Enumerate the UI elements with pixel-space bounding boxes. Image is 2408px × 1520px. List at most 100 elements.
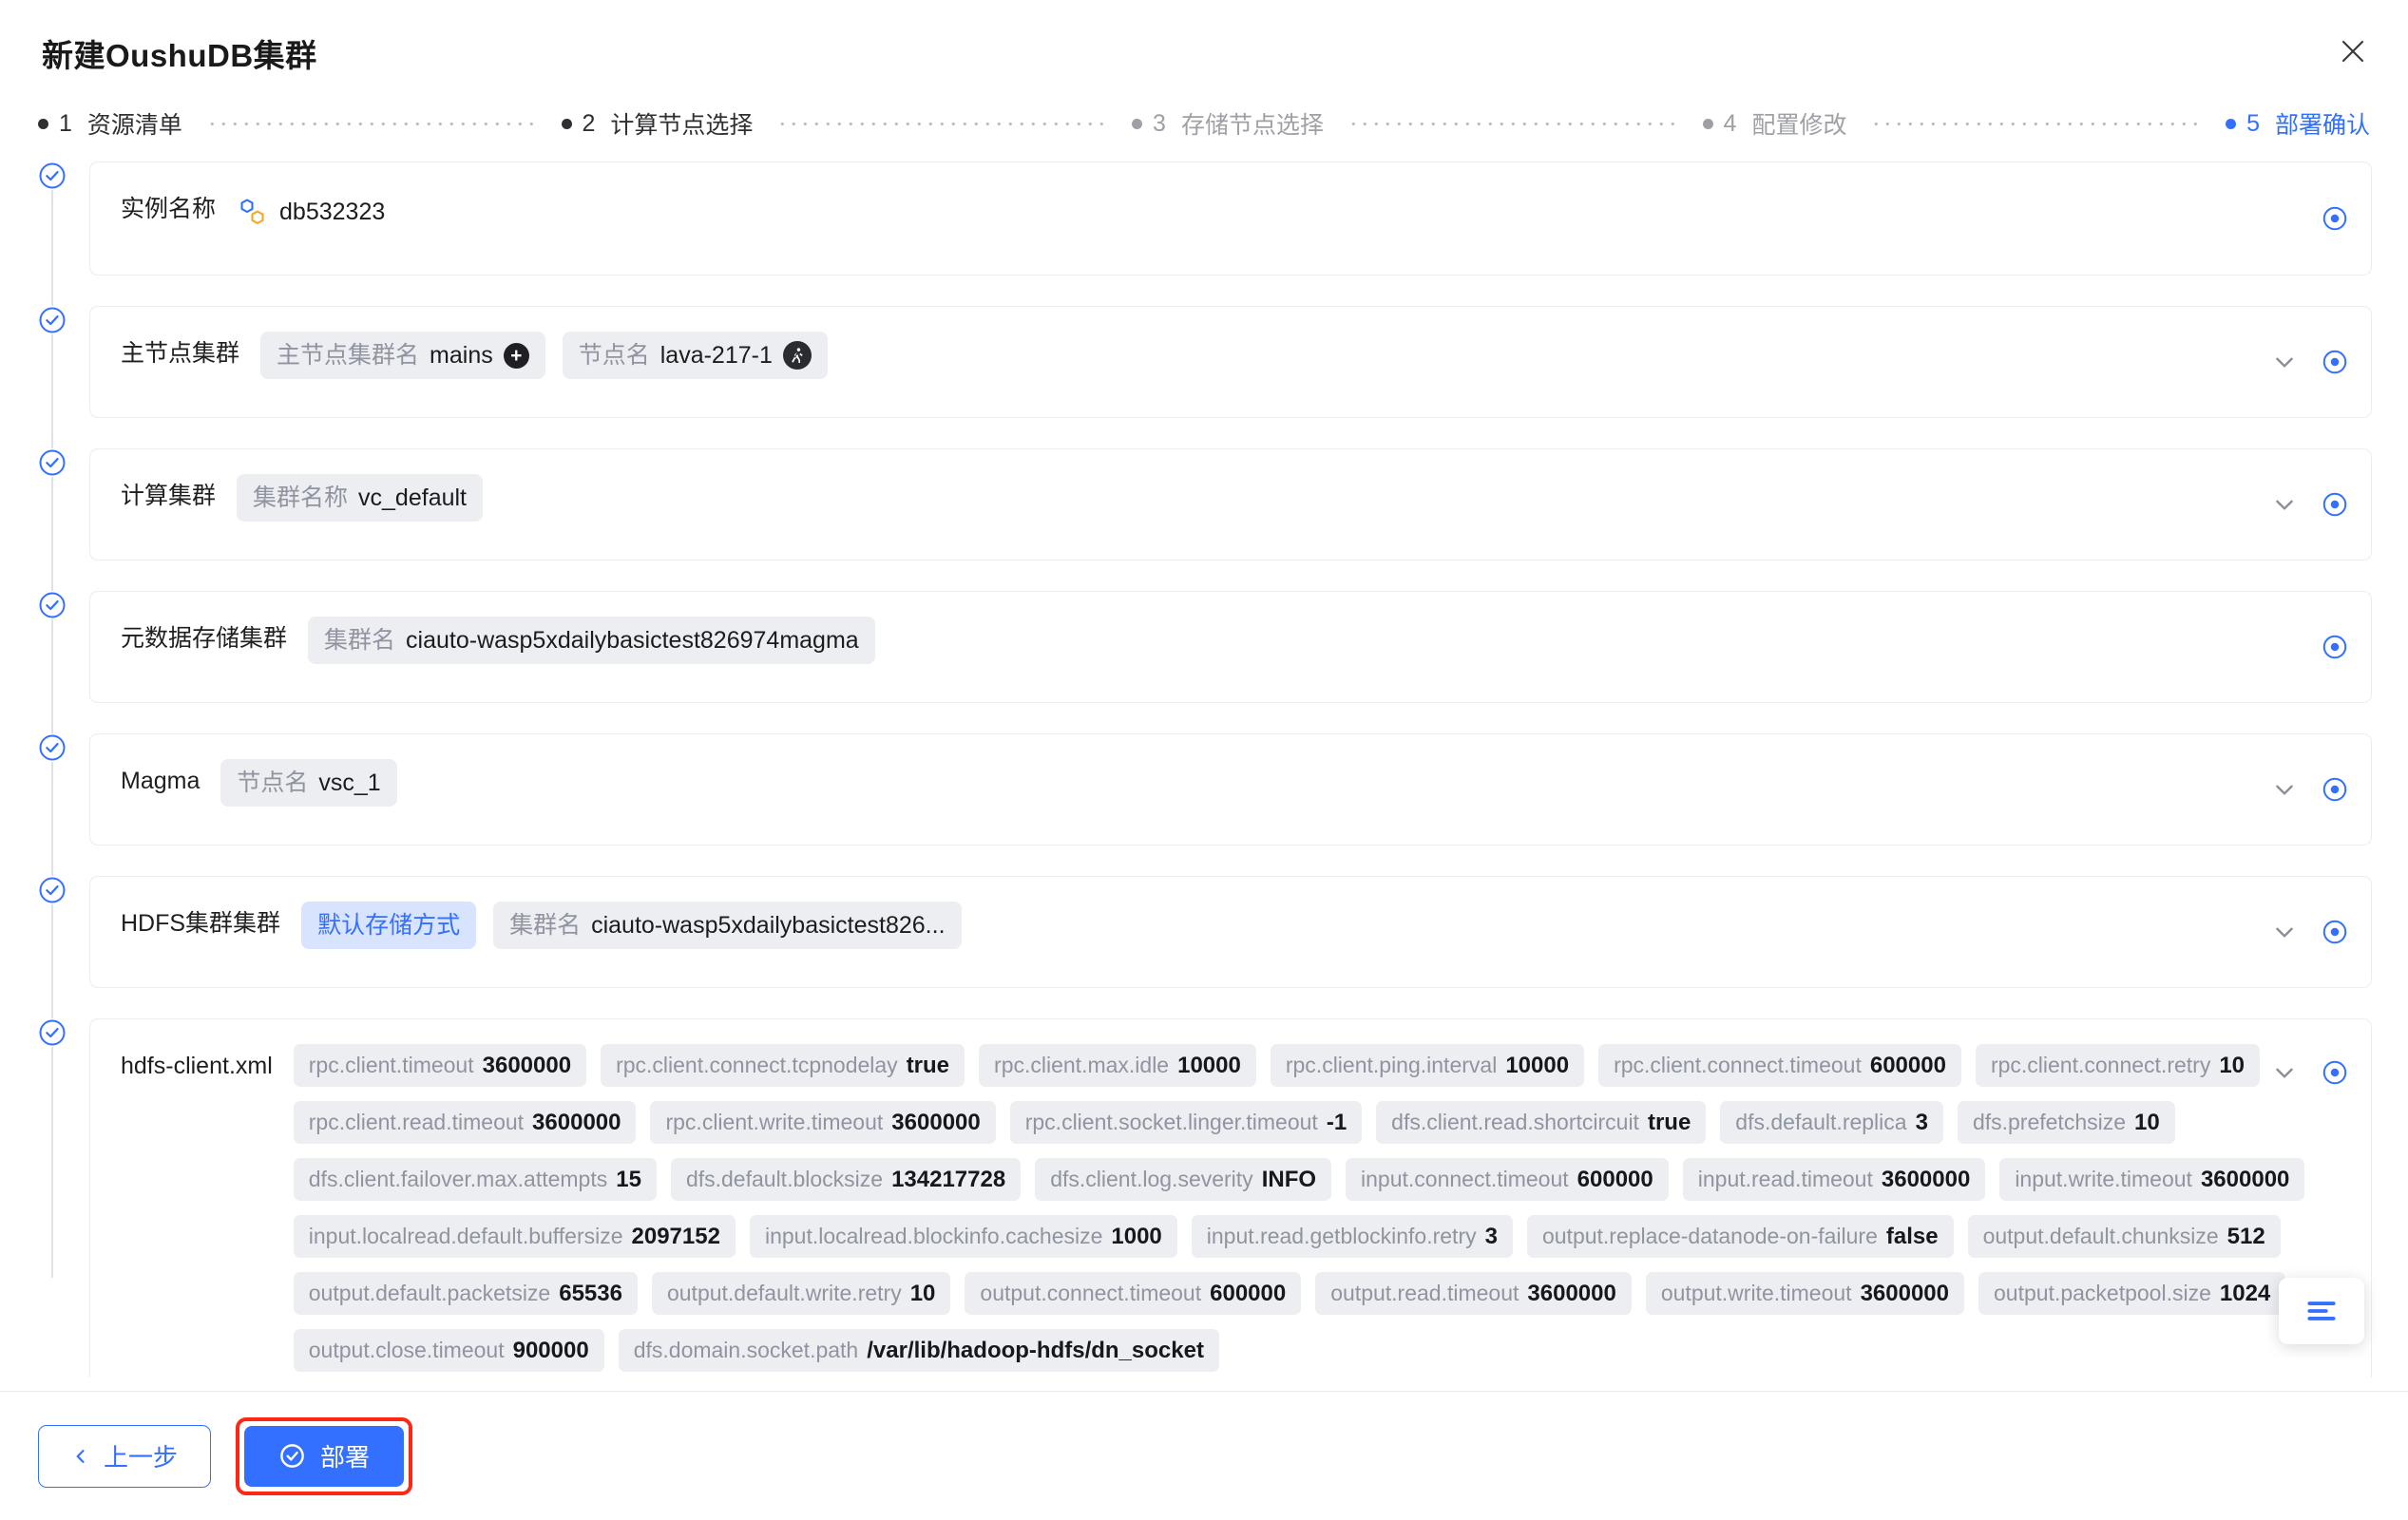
- config-tag[interactable]: rpc.client.write.timeout 3600000: [650, 1101, 996, 1144]
- config-tag[interactable]: output.replace-datanode-on-failure false: [1526, 1215, 1954, 1258]
- config-tag[interactable]: output.write.timeout 3600000: [1645, 1272, 1964, 1315]
- config-tag[interactable]: rpc.client.connect.retry 10: [1975, 1044, 2261, 1087]
- config-tag[interactable]: input.localread.default.buffersize 209715…: [293, 1215, 736, 1258]
- step-dot-3: [1132, 118, 1143, 129]
- hdfs-cluster-name-value: ciauto-wasp5xdailybasictest826...: [591, 912, 946, 939]
- config-tag[interactable]: output.default.packetsize 65536: [293, 1272, 638, 1315]
- magma-node-name-pill[interactable]: 节点名 vsc_1: [220, 759, 397, 807]
- metadata-cluster-name-pill[interactable]: 集群名 ciauto-wasp5xdailybasictest826974mag…: [308, 617, 875, 664]
- step-3[interactable]: 3 存储节点选择: [1132, 106, 1324, 141]
- config-tag-key: input.read.getblockinfo.retry: [1206, 1224, 1477, 1248]
- step-connector-1: [206, 122, 537, 125]
- locate-target-icon[interactable]: [2320, 1057, 2350, 1088]
- config-tag-value: 1024: [2219, 1281, 2271, 1306]
- config-tag[interactable]: input.read.timeout 3600000: [1682, 1158, 1986, 1201]
- config-tag-key: rpc.client.max.idle: [994, 1053, 1170, 1077]
- config-tag-value: 10000: [1177, 1053, 1241, 1078]
- locate-target-icon[interactable]: [2320, 489, 2350, 520]
- chevron-down-icon[interactable]: [2270, 490, 2299, 519]
- config-tag-key: output.read.timeout: [1330, 1281, 1519, 1305]
- config-tag[interactable]: rpc.client.read.timeout 3600000: [293, 1101, 637, 1144]
- step-label-1: 资源清单: [86, 112, 182, 139]
- config-tag-key: output.default.packetsize: [308, 1281, 551, 1305]
- page-title: 新建OushuDB集群: [42, 38, 317, 73]
- hdfs-default-storage-badge-label: 默认存储方式: [317, 912, 461, 939]
- config-tag[interactable]: input.read.getblockinfo.retry 3: [1191, 1215, 1513, 1258]
- check-circle-icon: [38, 162, 67, 190]
- config-tag-key: dfs.client.log.severity: [1050, 1167, 1253, 1191]
- config-tag-key: rpc.client.connect.timeout: [1614, 1053, 1862, 1077]
- hdfs-cluster-name-pill[interactable]: 集群名 ciauto-wasp5xdailybasictest826...: [493, 902, 962, 949]
- config-tag[interactable]: dfs.client.failover.max.attempts 15: [293, 1158, 657, 1201]
- config-tag-key: rpc.client.timeout: [308, 1053, 474, 1077]
- config-tag[interactable]: rpc.client.timeout 3600000: [293, 1044, 587, 1087]
- step-number-2: 2: [582, 109, 596, 137]
- chevron-down-icon[interactable]: [2270, 775, 2299, 804]
- config-tag[interactable]: rpc.client.connect.tcpnodelay true: [601, 1044, 965, 1087]
- config-tag-key: rpc.client.connect.retry: [1990, 1053, 2211, 1077]
- config-tag-value: 3600000: [1881, 1167, 1971, 1192]
- config-tag[interactable]: rpc.client.ping.interval 10000: [1270, 1044, 1585, 1087]
- row-instance-name: 实例名称 db532323: [0, 162, 2408, 276]
- wizard-footer: 上一步 部署: [0, 1391, 2408, 1520]
- plus-circle-icon[interactable]: +: [503, 342, 529, 369]
- config-tag-value: 3600000: [1860, 1281, 1949, 1306]
- check-circle-icon: [278, 1442, 306, 1470]
- config-tag-value: 3600000: [1527, 1281, 1616, 1306]
- close-icon[interactable]: [2334, 32, 2372, 70]
- locate-target-icon[interactable]: [2320, 917, 2350, 947]
- config-tag-value: 600000: [1869, 1053, 1946, 1078]
- instance-name-label: 实例名称: [121, 196, 217, 222]
- deploy-button[interactable]: 部署: [244, 1425, 405, 1487]
- step-1[interactable]: 1 资源清单: [38, 106, 182, 141]
- config-tag[interactable]: input.connect.timeout 600000: [1346, 1158, 1669, 1201]
- step-label-2: 计算节点选择: [610, 112, 754, 139]
- config-tag[interactable]: rpc.client.max.idle 10000: [979, 1044, 1256, 1087]
- config-tag[interactable]: input.localread.blockinfo.cachesize 1000: [749, 1215, 1177, 1258]
- menu-list-icon[interactable]: [2279, 1278, 2364, 1344]
- config-tag-key: output.replace-datanode-on-failure: [1541, 1224, 1878, 1248]
- config-tag-value: 10000: [1505, 1053, 1570, 1078]
- config-tag-value: 10: [2219, 1053, 2246, 1078]
- config-tag[interactable]: rpc.client.connect.timeout 600000: [1598, 1044, 1961, 1087]
- config-tag[interactable]: output.close.timeout 900000: [293, 1329, 604, 1372]
- step-2[interactable]: 2 计算节点选择: [561, 106, 754, 141]
- config-tag-key: dfs.prefetchsize: [1972, 1110, 2127, 1134]
- config-tag-value: 3: [1484, 1224, 1498, 1249]
- config-tag-key: dfs.client.failover.max.attempts: [308, 1167, 608, 1191]
- config-tag-value: 134217728: [891, 1167, 1006, 1192]
- master-cluster-name-pill[interactable]: 主节点集群名 mains +: [260, 332, 545, 379]
- config-tag[interactable]: output.connect.timeout 600000: [965, 1272, 1302, 1315]
- chevron-down-icon[interactable]: [2270, 918, 2299, 946]
- hdfs-cluster-name-key: 集群名: [509, 912, 582, 939]
- compute-cluster-name-pill[interactable]: 集群名称 vc_default: [237, 474, 483, 522]
- locate-target-icon[interactable]: [2320, 347, 2350, 377]
- chevron-down-icon[interactable]: [2270, 348, 2299, 376]
- instance-card-actions: [2320, 203, 2350, 234]
- step-4[interactable]: 4 配置修改: [1702, 106, 1846, 141]
- master-card-actions: [2270, 347, 2350, 377]
- config-tag-key: output.default.write.retry: [666, 1281, 902, 1305]
- step-5[interactable]: 5 部署确认: [2226, 106, 2370, 141]
- master-node-name-pill[interactable]: 节点名 lava-217-1: [562, 332, 828, 379]
- config-tag[interactable]: dfs.default.blocksize 134217728: [670, 1158, 1022, 1201]
- config-tag[interactable]: dfs.client.read.shortcircuit true: [1376, 1101, 1707, 1144]
- config-tag[interactable]: dfs.prefetchsize 10: [1957, 1101, 2175, 1144]
- locate-target-icon[interactable]: [2320, 203, 2350, 234]
- config-tag[interactable]: output.read.timeout 3600000: [1315, 1272, 1632, 1315]
- locate-target-icon[interactable]: [2320, 632, 2350, 662]
- config-tag[interactable]: output.default.chunksize 512: [1967, 1215, 2281, 1258]
- config-tag[interactable]: rpc.client.socket.linger.timeout -1: [1009, 1101, 1363, 1144]
- config-tag[interactable]: output.packetpool.size 1024: [1978, 1272, 2286, 1315]
- config-tag[interactable]: dfs.domain.socket.path/var/lib/hadoop-hd…: [618, 1329, 1219, 1372]
- config-tag-key: output.close.timeout: [308, 1338, 505, 1362]
- locate-target-icon[interactable]: [2320, 774, 2350, 805]
- config-tag[interactable]: input.write.timeout 3600000: [1999, 1158, 2305, 1201]
- config-tag[interactable]: dfs.client.log.severity INFO: [1035, 1158, 1332, 1201]
- config-tag-key: rpc.client.write.timeout: [665, 1110, 884, 1134]
- config-tag[interactable]: output.default.write.retry 10: [651, 1272, 951, 1315]
- previous-step-button[interactable]: 上一步: [38, 1424, 212, 1488]
- config-tag-value: 512: [2226, 1224, 2265, 1249]
- chevron-down-icon[interactable]: [2270, 1058, 2299, 1087]
- config-tag[interactable]: dfs.default.replica 3: [1720, 1101, 1943, 1144]
